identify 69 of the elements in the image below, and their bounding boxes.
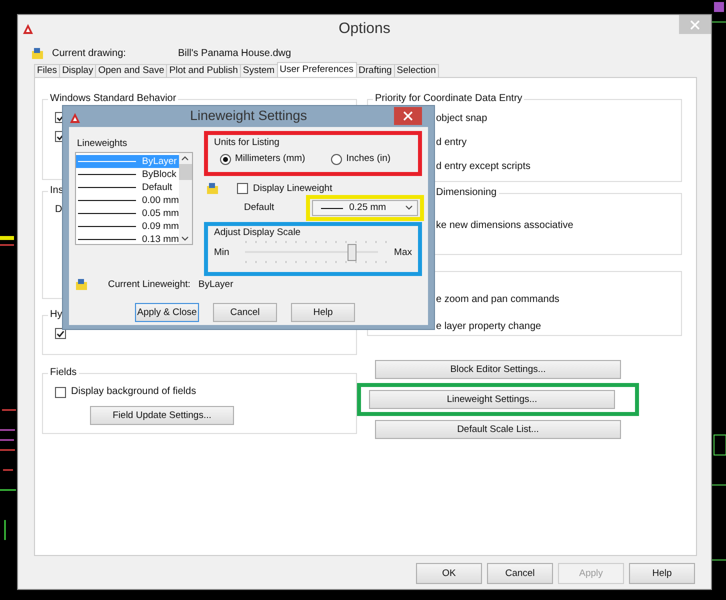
- field-update-button[interactable]: Field Update Settings...: [90, 406, 234, 425]
- tab[interactable]: Files: [34, 64, 60, 77]
- slider-max-label: Max: [394, 246, 412, 258]
- radio-label: Millimeters (mm): [235, 153, 306, 165]
- option-text: e zoom and pan commands: [436, 294, 560, 306]
- option-text: e layer property change: [436, 321, 542, 333]
- radio-button[interactable]: [220, 154, 231, 165]
- group-title: Units for Listing: [214, 137, 280, 148]
- scrollbar[interactable]: [178, 153, 192, 244]
- scroll-down-icon: [181, 236, 190, 242]
- slider-min-label: Min: [214, 246, 230, 258]
- radio-label: Inches (in): [346, 153, 391, 165]
- slider-thumb[interactable]: [347, 244, 356, 262]
- tab[interactable]: Selection: [394, 64, 439, 77]
- dialog-button[interactable]: Cancel: [487, 563, 553, 584]
- scroll-thumb[interactable]: [178, 164, 192, 180]
- window-title: Options: [338, 20, 390, 38]
- tab[interactable]: Drafting: [356, 64, 395, 77]
- close-icon: [690, 20, 700, 30]
- checkbox-label: Display Lineweight: [253, 182, 332, 194]
- lineweight-dropdown[interactable]: 0.25 mm: [312, 200, 418, 216]
- option-text: object snap: [436, 113, 488, 125]
- option-text: d entry: [436, 137, 467, 149]
- drawing-name: Bill's Panama House.dwg: [178, 48, 292, 60]
- settings-button[interactable]: Lineweight Settings...: [369, 390, 615, 409]
- field-label: Current Lineweight:: [108, 278, 190, 290]
- app-icon: [22, 23, 34, 36]
- dialog-button[interactable]: Cancel: [213, 303, 277, 322]
- dialog-title: Lineweight Settings: [190, 108, 308, 125]
- field-label: Default: [244, 202, 274, 214]
- group-title: Adjust Display Scale: [214, 227, 302, 238]
- lineweight-list[interactable]: ByLayer ByBlock Default 0.00 mm 0.05 mm 0.09 mm 0.13 mm: [75, 152, 193, 246]
- close-icon: [403, 111, 413, 121]
- app-icon: [69, 112, 81, 124]
- option-text: D: [55, 204, 62, 216]
- list-item[interactable]: ByBlock: [76, 168, 179, 182]
- list-item[interactable]: 0.05 mm: [76, 207, 179, 220]
- caret-icon: [405, 205, 414, 211]
- group-title: Dimensioning: [434, 187, 499, 199]
- dialog-button[interactable]: Help: [291, 303, 355, 322]
- settings-button[interactable]: Block Editor Settings...: [375, 360, 621, 379]
- group-title: Priority for Coordinate Data Entry: [373, 93, 524, 105]
- close-button[interactable]: [394, 107, 422, 125]
- current-lineweight: ByLayer: [198, 278, 234, 290]
- checkbox[interactable]: [237, 183, 248, 194]
- checkbox-label: Display background of fields: [71, 386, 196, 398]
- option-text: d entry except scripts: [436, 161, 530, 173]
- option-text: ke new dimensions associative: [436, 220, 574, 232]
- tab[interactable]: Display: [59, 64, 96, 77]
- list-item[interactable]: 0.09 mm: [76, 220, 179, 234]
- group-title: Lineweights: [77, 138, 128, 150]
- tab[interactable]: Open and Save: [95, 64, 168, 77]
- list-item[interactable]: 0.13 mm: [76, 233, 179, 246]
- settings-button[interactable]: Default Scale List...: [375, 420, 621, 439]
- tab[interactable]: System: [240, 64, 278, 77]
- lineweight-icon: [206, 182, 219, 195]
- scroll-up-icon: [181, 155, 190, 162]
- lineweight-icon: [75, 278, 88, 291]
- checkbox[interactable]: [55, 386, 66, 398]
- dialog-button[interactable]: OK: [416, 563, 482, 584]
- dialog-button[interactable]: Apply & Close: [135, 303, 199, 322]
- checkbox[interactable]: [55, 328, 66, 339]
- drawing-file-icon: [31, 46, 44, 60]
- tab[interactable]: User Preferences: [276, 62, 357, 77]
- list-item[interactable]: Default: [76, 181, 179, 194]
- field-label: Current drawing:: [52, 48, 127, 60]
- radio-button[interactable]: [331, 154, 342, 165]
- dialog-button[interactable]: Help: [629, 563, 695, 584]
- list-item[interactable]: 0.00 mm: [76, 194, 179, 208]
